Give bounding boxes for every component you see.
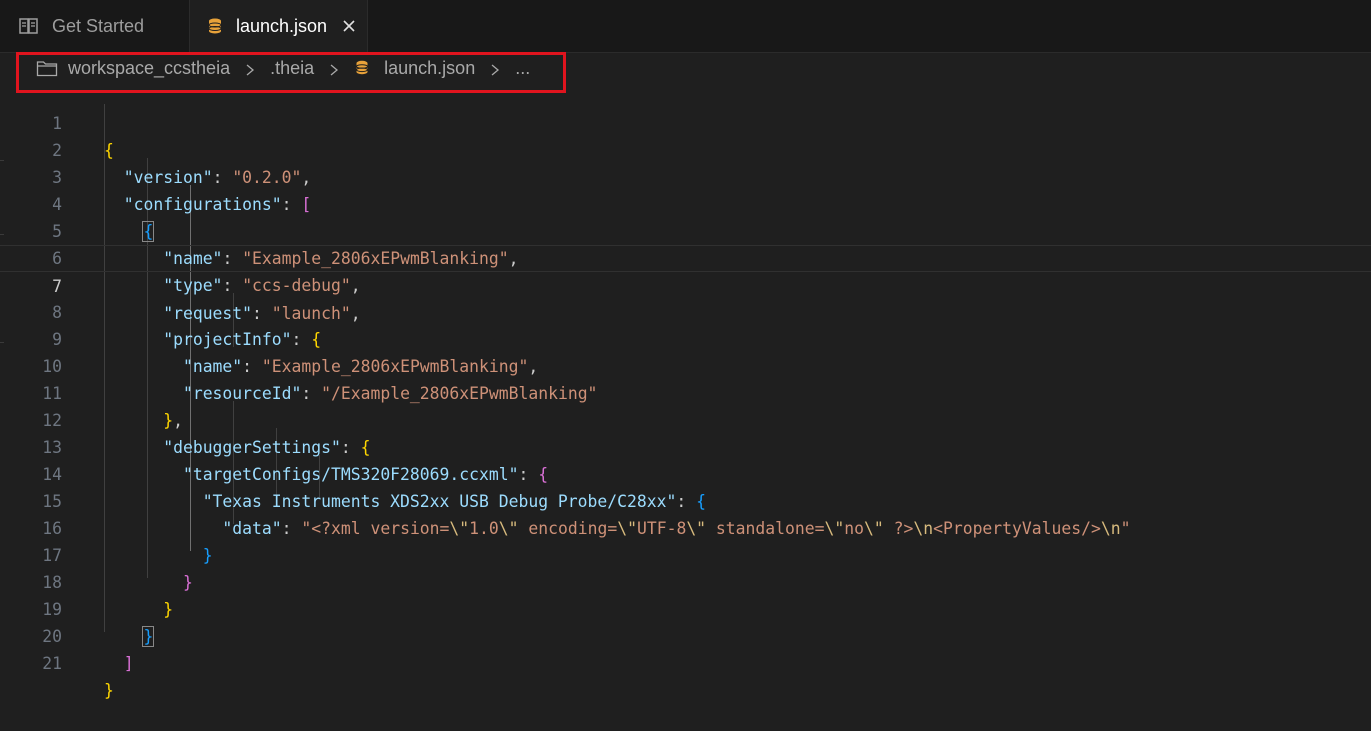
code-editor[interactable]: 1 { 2 "version": "0.2.0", 3 "configurati… <box>0 84 1371 700</box>
code-line: 4 { <box>52 195 155 242</box>
code-line-current: 7 "request": "launch", <box>0 245 1371 323</box>
breadcrumb-item-workspace[interactable]: workspace_ccstheia <box>68 58 230 79</box>
code-line: 15 "data": "<?xml version=\"1.0\" encodi… <box>42 492 1131 538</box>
tab-get-started[interactable]: Get Started <box>0 0 190 52</box>
json-file-icon <box>354 59 370 77</box>
json-file-icon <box>204 15 226 37</box>
code-line: 18 } <box>42 573 174 619</box>
tab-bar: Get Started launch.json <box>0 0 1371 53</box>
code-line: 11 }, <box>42 384 183 430</box>
close-icon[interactable] <box>341 18 357 34</box>
code-line: 5 "name": "Example_2806xEPwmBlanking", <box>52 222 519 268</box>
chevron-right-icon <box>244 61 256 76</box>
code-line: 3 "configurations": [ <box>52 168 312 214</box>
code-line: 16 } <box>42 519 213 565</box>
tab-launch-json[interactable]: launch.json <box>190 0 368 52</box>
code-line: 2 "version": "0.2.0", <box>52 141 312 187</box>
code-line: 14 "Texas Instruments XDS2xx USB Debug P… <box>42 465 706 511</box>
folder-icon <box>36 59 58 77</box>
tab-label: launch.json <box>236 15 328 36</box>
code-line: 17 } <box>42 546 193 592</box>
code-line: 8 "projectInfo": { <box>52 303 322 349</box>
code-line: 21 } <box>42 654 114 700</box>
code-line: 6 "type": "ccs-debug", <box>52 249 361 295</box>
chevron-right-icon <box>489 61 501 76</box>
tab-label: Get Started <box>52 15 145 36</box>
code-line: 20 ] <box>42 627 134 673</box>
breadcrumb-item-launch-json[interactable]: launch.json <box>384 58 475 79</box>
breadcrumb-item-more[interactable]: ... <box>515 58 530 79</box>
code-line: 19 } <box>42 600 155 647</box>
code-line: 13 "targetConfigs/TMS320F28069.ccxml": { <box>42 438 549 484</box>
chevron-right-icon <box>328 61 340 76</box>
code-line: 1 { <box>52 114 114 160</box>
breadcrumb: workspace_ccstheia .theia launch.json ..… <box>0 52 1371 84</box>
breadcrumb-item-theia[interactable]: .theia <box>270 58 314 79</box>
code-line: 9 "name": "Example_2806xEPwmBlanking", <box>52 330 539 376</box>
code-line: 10 "resourceId": "/Example_2806xEPwmBlan… <box>42 357 598 403</box>
book-icon <box>18 15 40 37</box>
code-line: 12 "debuggerSettings": { <box>42 411 371 457</box>
